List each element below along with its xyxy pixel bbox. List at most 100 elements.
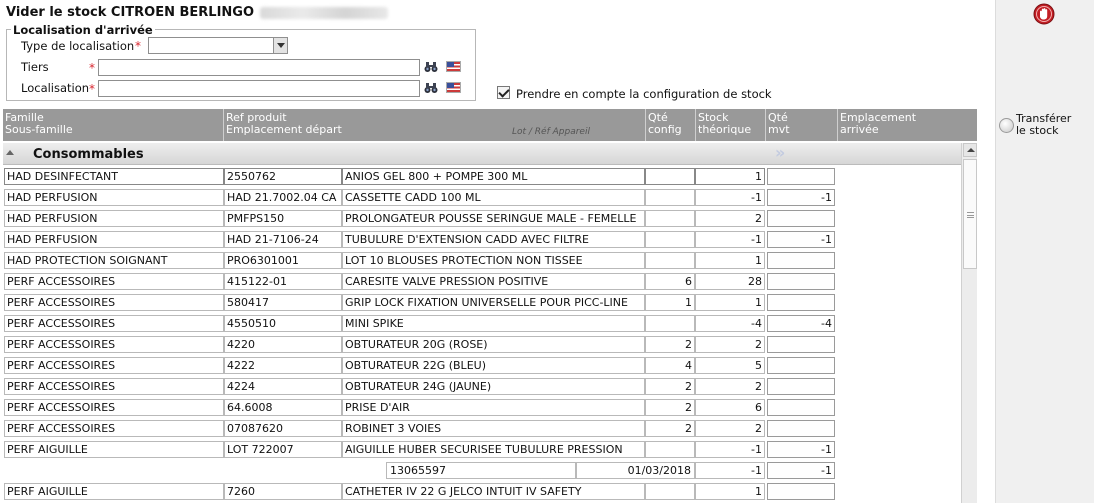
header-qte-mvt[interactable]: Qté mvt (768, 112, 790, 136)
qte-mvt-input[interactable] (767, 168, 835, 185)
qte-mvt-input[interactable] (767, 483, 835, 500)
chevron-down-icon[interactable] (273, 38, 287, 53)
table-row[interactable]: PERF AIGUILLE LOT 722007 AIGUILLE HUBER SE… (3, 439, 961, 460)
header-qte-config[interactable]: Qté config (648, 112, 682, 136)
qte-mvt-input[interactable]: -1 (767, 462, 835, 479)
ref-cell: 64.6008 (224, 399, 342, 416)
qte-config-cell: 2 (645, 336, 695, 353)
qte-mvt-input[interactable]: -1 (767, 189, 835, 206)
location-type-select[interactable] (148, 37, 288, 54)
vertical-scrollbar[interactable] (961, 143, 977, 503)
double-chevron-right-icon[interactable]: » (775, 145, 791, 161)
table-row[interactable]: HAD PROTECTION SOIGNANT PRO6301001 LOT 10 … (3, 250, 961, 271)
qte-mvt-input[interactable] (767, 378, 835, 395)
libelle-cell: OBTURATEUR 22G (BLEU) (342, 357, 645, 374)
lot-row[interactable]: 13065597 01/03/2018 -1 -1 (3, 460, 961, 481)
table-row[interactable]: PERF AIGUILLE 7260 CATHETER IV 22 G JELCO … (3, 481, 961, 502)
scroll-thumb[interactable] (963, 159, 977, 269)
flag-icon[interactable] (446, 82, 461, 93)
stock-cell: 2 (695, 210, 765, 227)
collapse-icon[interactable] (6, 150, 14, 155)
header-lot[interactable]: Lot / Réf Appareil (512, 127, 590, 137)
qte-mvt-input[interactable] (767, 294, 835, 311)
qte-mvt-input[interactable] (767, 273, 835, 290)
libelle-cell: PROLONGATEUR POUSSE SERINGUE MALE - FEME… (342, 210, 645, 227)
ref-cell: 4220 (224, 336, 342, 353)
binoculars-icon[interactable] (424, 61, 438, 73)
famille-cell: HAD DESINFECTANT (4, 168, 224, 185)
stock-cell: 6 (695, 399, 765, 416)
table-row[interactable]: HAD PERFUSION HAD 21-7106-24 TUBULURE D'EX… (3, 229, 961, 250)
famille-cell: PERF ACCESSOIRES (4, 420, 224, 437)
libelle-cell: GRIP LOCK FIXATION UNIVERSELLE POUR PICC… (342, 294, 645, 311)
qte-config-cell (645, 252, 695, 269)
stop-hand-icon[interactable] (1033, 3, 1055, 25)
grid-rows: HAD DESINFECTANT 2550762 ANIOS GEL 800 + P… (3, 166, 961, 502)
ref-cell: 2550762 (224, 168, 342, 185)
stock-config-checkbox[interactable] (497, 86, 510, 99)
table-row[interactable]: PERF ACCESSOIRES 4550510 MINI SPIKE -4 -4 (3, 313, 961, 334)
group-row[interactable]: Consommables » (3, 143, 961, 165)
table-row[interactable]: PERF ACCESSOIRES 4222 OBTURATEUR 22G (BLEU… (3, 355, 961, 376)
libelle-cell: ANIOS GEL 800 + POMPE 300 ML (342, 168, 645, 185)
qte-config-cell: 2 (645, 399, 695, 416)
libelle-cell: ROBINET 3 VOIES (342, 420, 645, 437)
column-divider (645, 109, 646, 141)
table-row[interactable]: PERF ACCESSOIRES 4224 OBTURATEUR 24G (JAUN… (3, 376, 961, 397)
header-stock-theorique[interactable]: Stock théorique (698, 112, 751, 136)
localisation-label: Localisation (21, 81, 90, 95)
action-sidebar (995, 0, 1094, 503)
libelle-cell: CASSETTE CADD 100 ML (342, 189, 645, 206)
qte-config-cell: 6 (645, 273, 695, 290)
transfer-radio-icon[interactable] (999, 118, 1014, 133)
ref-cell: LOT 722007 (224, 441, 342, 458)
famille-cell: PERF ACCESSOIRES (4, 273, 224, 290)
stock-cell: -1 (695, 231, 765, 248)
required-marker: * (135, 39, 141, 53)
qte-config-cell (645, 168, 695, 185)
table-row[interactable]: PERF ACCESSOIRES 4220 OBTURATEUR 20G (ROSE… (3, 334, 961, 355)
qte-mvt-input[interactable]: -4 (767, 315, 835, 332)
libelle-cell: TUBULURE D'EXTENSION CADD AVEC FILTRE (342, 231, 645, 248)
qte-mvt-input[interactable] (767, 420, 835, 437)
qte-mvt-input[interactable] (767, 210, 835, 227)
tiers-input[interactable] (98, 59, 420, 76)
table-row[interactable]: PERF ACCESSOIRES 415122-01 CARESITE VALVE … (3, 271, 961, 292)
qte-mvt-input[interactable] (767, 399, 835, 416)
qte-config-cell (645, 483, 695, 500)
table-row[interactable]: HAD PERFUSION HAD 21.7002.04 CA CASSETTE C… (3, 187, 961, 208)
stock-cell: 1 (695, 168, 765, 185)
qte-mvt-input[interactable]: -1 (767, 231, 835, 248)
ref-cell: 7260 (224, 483, 342, 500)
qte-mvt-input[interactable] (767, 357, 835, 374)
libelle-cell: OBTURATEUR 20G (ROSE) (342, 336, 645, 353)
famille-cell: PERF ACCESSOIRES (4, 399, 224, 416)
header-famille[interactable]: Famille Sous-famille (5, 112, 73, 136)
stock-cell: 28 (695, 273, 765, 290)
column-divider (695, 109, 696, 141)
famille-cell: HAD PERFUSION (4, 210, 224, 227)
grip-icon (967, 212, 974, 218)
header-ref-produit[interactable]: Ref produit Emplacement départ (226, 112, 342, 136)
binoculars-icon[interactable] (424, 82, 438, 94)
table-row[interactable]: PERF ACCESSOIRES 07087620 ROBINET 3 VOIES 2… (3, 418, 961, 439)
stock-grid: Famille Sous-famille Ref produit Emplaceme… (3, 109, 977, 503)
table-row[interactable]: PERF ACCESSOIRES 64.6008 PRISE D'AIR 2 6 (3, 397, 961, 418)
lot-date-cell: 01/03/2018 (576, 462, 695, 479)
transfer-stock-button[interactable]: Transférer le stock (999, 113, 1094, 141)
table-row[interactable]: HAD PERFUSION PMFPS150 PROLONGATEUR POUSSE… (3, 208, 961, 229)
header-emplacement-arrivee[interactable]: Emplacement arrivée (840, 112, 916, 136)
qte-mvt-input[interactable]: -1 (767, 441, 835, 458)
localisation-input[interactable] (98, 80, 420, 97)
arrival-location-fieldset: Localisation d'arrivée Type de localisat… (6, 23, 476, 101)
scroll-up-button[interactable] (963, 143, 977, 157)
transfer-stock-label: Transférer le stock (1016, 112, 1072, 137)
table-row[interactable]: HAD DESINFECTANT 2550762 ANIOS GEL 800 + P… (3, 166, 961, 187)
qte-mvt-input[interactable] (767, 336, 835, 353)
qte-mvt-input[interactable] (767, 252, 835, 269)
flag-icon[interactable] (446, 61, 461, 72)
stock-cell: 1 (695, 483, 765, 500)
famille-cell: PERF ACCESSOIRES (4, 336, 224, 353)
famille-cell: PERF ACCESSOIRES (4, 294, 224, 311)
table-row[interactable]: PERF ACCESSOIRES 580417 GRIP LOCK FIXATION… (3, 292, 961, 313)
